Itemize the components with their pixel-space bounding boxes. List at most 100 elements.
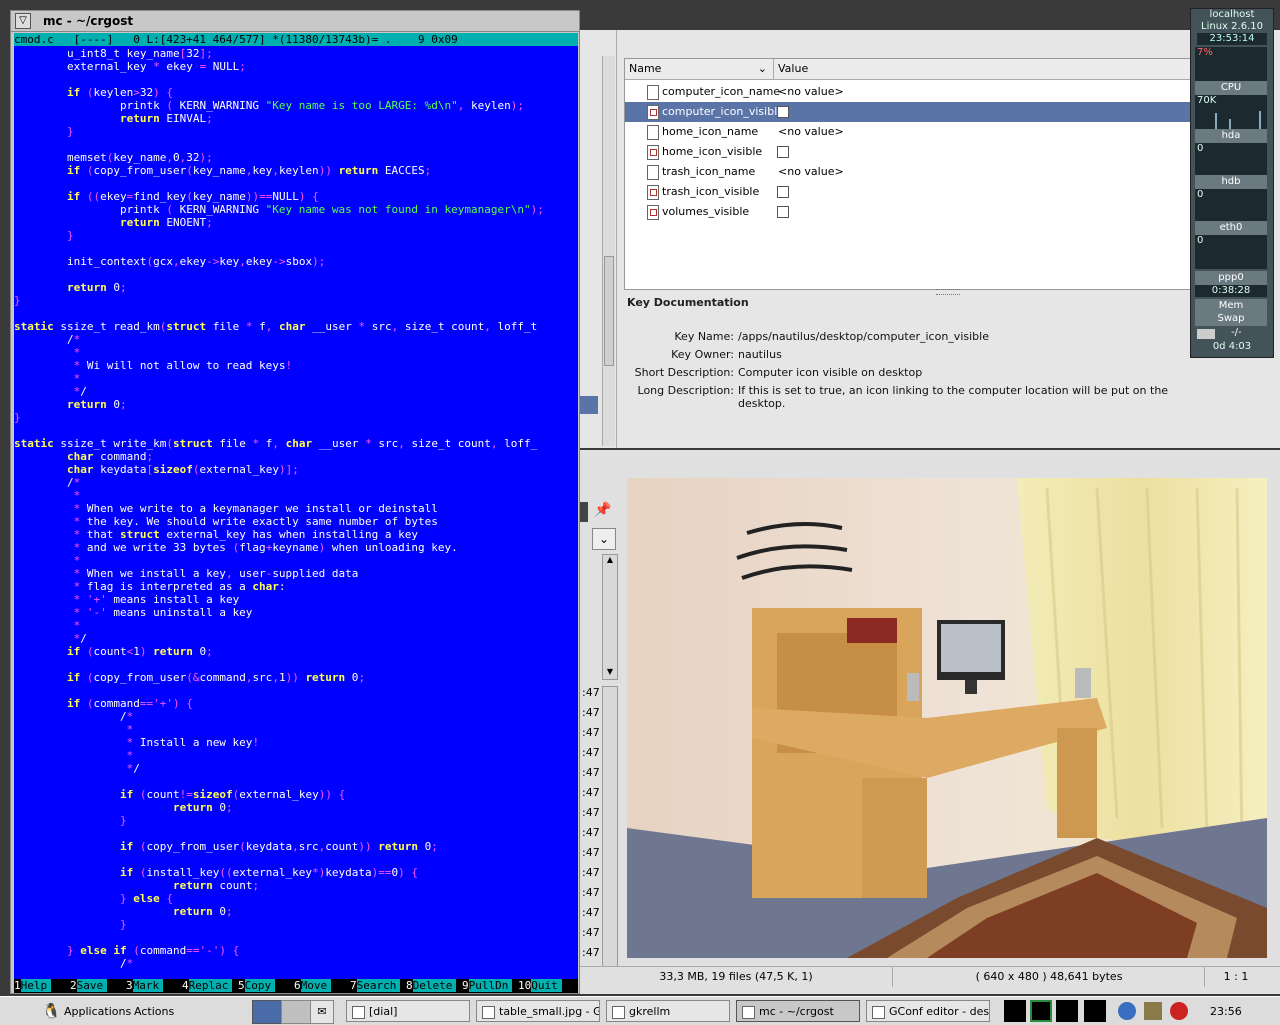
stop-icon[interactable] (1170, 1002, 1188, 1020)
key-row-home-icon-visible[interactable]: home_icon_visible (625, 142, 1195, 162)
task-button[interactable]: gkrellm (606, 1000, 730, 1022)
key-row-home-icon-name[interactable]: home_icon_name <no value> (625, 122, 1195, 142)
code-line[interactable]: * (14, 372, 81, 385)
code-line[interactable]: } (14, 229, 74, 242)
code-line[interactable]: * When we write to a keymanager we insta… (14, 502, 438, 515)
globe-icon[interactable] (1118, 1002, 1136, 1020)
file-time[interactable]: :47 (582, 766, 600, 779)
tree-selected-item[interactable] (580, 396, 598, 414)
key-row-volumes-visible[interactable]: volumes_visible (625, 202, 1195, 222)
task-button[interactable]: GConf editor - desktop (866, 1000, 990, 1022)
fkey-replac[interactable]: 4Replac (182, 979, 238, 993)
code-line[interactable]: return 0; (14, 905, 233, 918)
code-line[interactable]: return 0; (14, 801, 233, 814)
code-line[interactable]: external_key * ekey = NULL; (14, 60, 246, 73)
mc-titlebar[interactable]: ▽ mc - ~/crgost (11, 11, 579, 32)
code-line[interactable]: /* (14, 333, 80, 346)
code-line[interactable]: * flag is interpreted as a char: (14, 580, 286, 593)
fkey-save[interactable]: 2Save (70, 979, 126, 993)
code-line[interactable]: * the key. We should write exactly same … (14, 515, 438, 528)
code-line[interactable]: return 0; (14, 281, 127, 294)
code-line[interactable]: } (14, 294, 21, 307)
code-line[interactable]: /* (14, 476, 80, 489)
file-time[interactable]: :47 (582, 706, 600, 719)
code-line[interactable]: static ssize_t write_km(struct file * f,… (14, 437, 537, 450)
code-line[interactable]: * Wi will not allow to read keys! (14, 359, 293, 372)
code-line[interactable]: if (count!=sizeof(external_key)) { (14, 788, 345, 801)
task-button[interactable]: table_small.jpg - GQvi (476, 1000, 600, 1022)
file-time[interactable]: :47 (582, 806, 600, 819)
fkey-delete[interactable]: 8Delete (406, 979, 462, 993)
network-icon[interactable] (1144, 1002, 1162, 1020)
code-line[interactable]: return count; (14, 879, 259, 892)
pane-resize-handle[interactable] (936, 289, 960, 295)
key-row-computer-icon-visible[interactable]: computer_icon_visible (625, 102, 1195, 122)
code-line[interactable]: } (14, 918, 127, 931)
file-time[interactable]: :47 (582, 786, 600, 799)
code-line[interactable]: * (14, 619, 81, 632)
task-button[interactable]: mc - ~/crgost (736, 1000, 860, 1022)
code-line[interactable]: return 0; (14, 398, 127, 411)
file-time[interactable]: :47 (582, 686, 600, 699)
code-line[interactable]: if ((ekey=find_key(key_name))==NULL) { (14, 190, 319, 203)
file-time[interactable]: :47 (582, 886, 600, 899)
key-row-trash-icon-name[interactable]: trash_icon_name <no value> (625, 162, 1195, 182)
tray-app-1[interactable] (1004, 1000, 1026, 1022)
code-line[interactable]: * '+' means install a key (14, 593, 240, 606)
column-header-value[interactable]: Value (774, 59, 1195, 80)
key-value-checkbox[interactable] (777, 106, 789, 118)
fkey-help[interactable]: 1Help (14, 979, 70, 993)
code-line[interactable]: if (copy_from_user(&command,src,1)) retu… (14, 671, 365, 684)
fkey-move[interactable]: 6Move (294, 979, 350, 993)
photo-viewer-image[interactable] (627, 478, 1267, 958)
code-line[interactable]: * that struct external_key has when inst… (14, 528, 418, 541)
file-time[interactable]: :47 (582, 826, 600, 839)
code-line[interactable]: * (14, 749, 134, 762)
workspace-2[interactable] (281, 1000, 311, 1024)
code-line[interactable]: } (14, 125, 74, 138)
code-line[interactable]: init_context(gcx,ekey->key,ekey->sbox); (14, 255, 325, 268)
code-line[interactable]: * Install a new key! (14, 736, 259, 749)
file-time[interactable]: :47 (582, 926, 600, 939)
tray-app-4[interactable] (1084, 1000, 1106, 1022)
key-value-checkbox[interactable] (777, 186, 789, 198)
file-time[interactable]: :47 (582, 866, 600, 879)
code-line[interactable]: if (count<1) return 0; (14, 645, 213, 658)
code-line[interactable]: * When we install a key, user-supplied d… (14, 567, 359, 580)
key-value[interactable]: <no value> (778, 122, 844, 142)
key-value-checkbox[interactable] (777, 206, 789, 218)
code-line[interactable]: */ (14, 385, 87, 398)
tray-app-2[interactable] (1030, 1000, 1052, 1022)
code-line[interactable]: /* (14, 710, 133, 723)
code-line[interactable]: if (command=='+') { (14, 697, 193, 710)
code-line[interactable]: * (14, 723, 134, 736)
gq-pane-handle[interactable] (580, 502, 588, 522)
code-line[interactable]: } else { (14, 892, 173, 905)
key-value[interactable]: <no value> (778, 82, 844, 102)
workspace-1[interactable] (252, 1000, 282, 1024)
fkey-pulldn[interactable]: 9PullDn (462, 979, 518, 993)
code-line[interactable]: if (keylen>32) { (14, 86, 173, 99)
gkrellm-monitor[interactable]: localhost Linux 2.6.10 23:53:14 7% CPU 7… (1190, 8, 1274, 358)
code-line[interactable]: return EINVAL; (14, 112, 213, 125)
code-line[interactable]: } (14, 814, 127, 827)
code-line[interactable]: u_int8_t key_name[32]; (14, 47, 213, 60)
gnome-foot-icon[interactable]: 🐧 (42, 1002, 61, 1020)
file-time[interactable]: :47 (582, 946, 600, 959)
applications-menu[interactable]: Applications (64, 1005, 131, 1018)
tray-app-3[interactable] (1056, 1000, 1078, 1022)
mc-editor[interactable]: cmod.c [----] 0 L:[423+41 464/577] *(113… (14, 33, 578, 993)
code-line[interactable]: * (14, 489, 81, 502)
code-line[interactable]: if (install_key((external_key*)keydata)=… (14, 866, 418, 879)
code-line[interactable]: * and we write 33 bytes (flag+keyname) w… (14, 541, 458, 554)
key-value[interactable]: <no value> (778, 162, 844, 182)
code-line[interactable]: * '-' means uninstall a key (14, 606, 253, 619)
window-menu-icon[interactable]: ▽ (15, 13, 31, 29)
code-line[interactable]: */ (14, 632, 87, 645)
gconf-tree-pane[interactable] (580, 30, 617, 448)
code-line[interactable]: char keydata[sizeof(external_key)]; (14, 463, 299, 476)
fkey-mark[interactable]: 3Mark (126, 979, 182, 993)
fkey-quit[interactable]: 10Quit (518, 979, 574, 993)
task-button[interactable]: [dial] (346, 1000, 470, 1022)
code-line[interactable]: char command; (14, 450, 153, 463)
